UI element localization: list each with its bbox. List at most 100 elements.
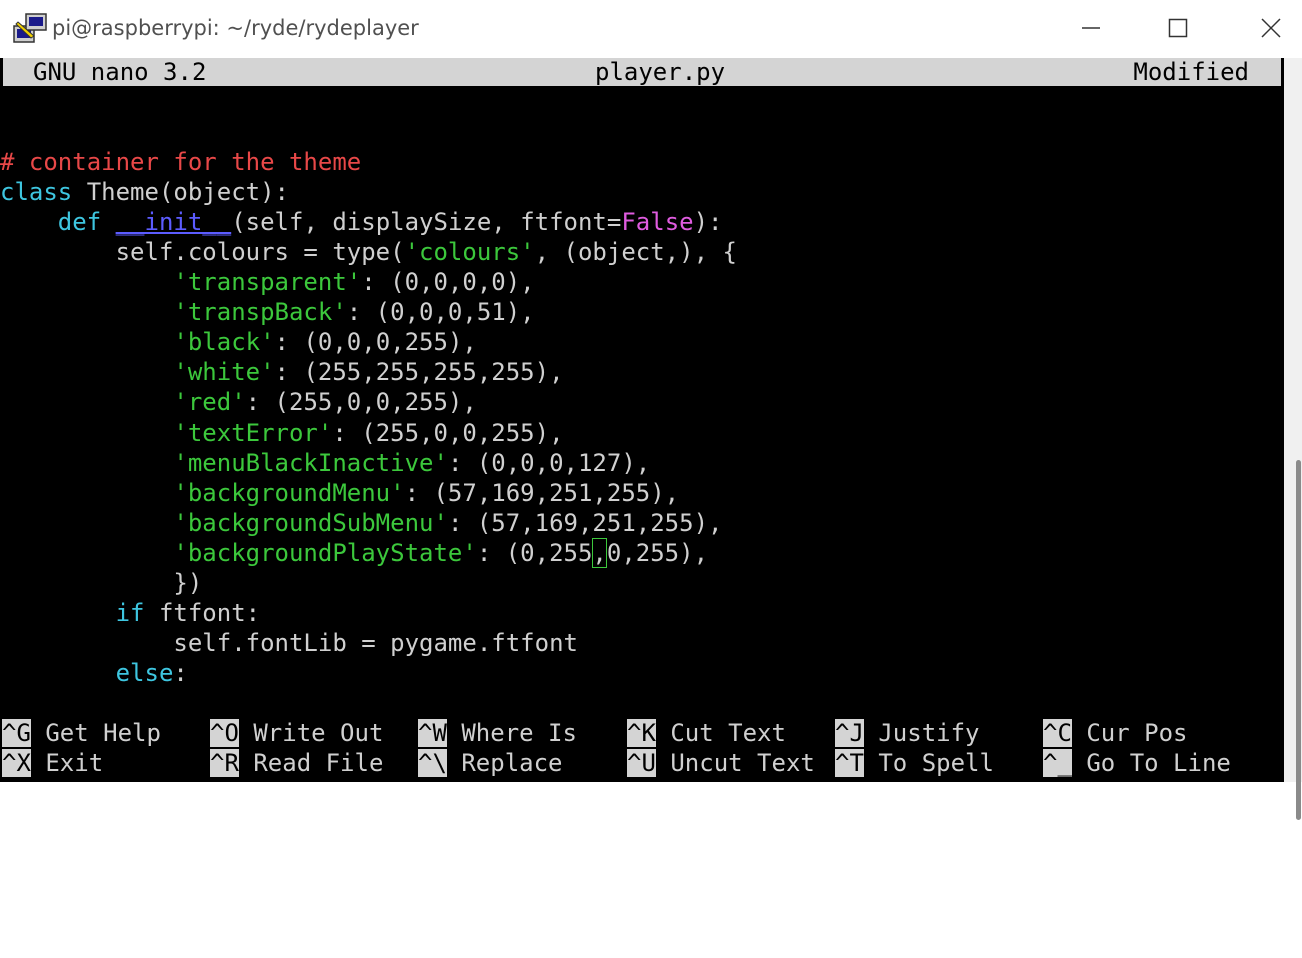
nano-shortcuts-row-1: ^G Get Help ^O Write Out ^W Where Is ^K … <box>0 718 1284 748</box>
code-line[interactable]: 'backgroundMenu': (57,169,251,255), <box>0 478 1284 508</box>
code-text: (self, displaySize, ftfont= <box>231 208 622 236</box>
shortcut-replace[interactable]: ^\ Replace <box>418 748 563 778</box>
scrollbar-thumb[interactable] <box>1296 460 1301 820</box>
code-line[interactable]: }) <box>0 568 1284 598</box>
shortcut-justify[interactable]: ^J Justify <box>835 718 980 748</box>
shortcut-key: ^W <box>418 719 447 747</box>
window-titlebar[interactable]: pi@raspberrypi: ~/ryde/rydeplayer <box>0 0 1302 58</box>
nano-version: GNU nano 3.2 <box>33 58 207 86</box>
shortcut-label: Get Help <box>45 719 161 747</box>
dict-key: 'red' <box>173 388 246 416</box>
shortcut-key: ^U <box>627 749 656 777</box>
dict-key: 'backgroundSubMenu' <box>173 509 448 537</box>
code-line[interactable]: 'transparent': (0,0,0,0), <box>0 267 1284 297</box>
code-keyword: def <box>57 208 102 236</box>
code-line[interactable]: 'backgroundPlayState': (0,255,0,255), <box>0 538 1284 568</box>
shortcut-key: ^T <box>835 749 864 777</box>
code-line[interactable]: self.fontLib = pygame.ftfont <box>0 628 1284 658</box>
vertical-scrollbar[interactable] <box>1284 58 1302 820</box>
code-line[interactable]: 'black': (0,0,0,255), <box>0 327 1284 357</box>
shortcut-go-to-line[interactable]: ^_ Go To Line <box>1043 748 1231 778</box>
shortcut-label: Cur Pos <box>1086 719 1188 747</box>
shortcut-key: ^_ <box>1043 749 1072 777</box>
code-text: ): <box>693 208 723 236</box>
window-title: pi@raspberrypi: ~/ryde/rydeplayer <box>52 16 419 40</box>
shortcut-to-spell[interactable]: ^T To Spell <box>835 748 994 778</box>
code-line[interactable]: 'transpBack': (0,0,0,51), <box>0 297 1284 327</box>
minimize-button[interactable] <box>1068 0 1114 56</box>
dict-value: : (0,0,0,51), <box>346 298 535 326</box>
shortcut-label: Exit <box>45 749 104 777</box>
code-keyword: class <box>0 178 73 206</box>
code-text: }) <box>173 569 203 597</box>
shortcut-label: Write Out <box>253 719 384 747</box>
code-line[interactable]: 'menuBlackInactive': (0,0,0,127), <box>0 448 1284 478</box>
code-text: , (object,), { <box>534 238 737 266</box>
shortcut-key: ^R <box>210 749 239 777</box>
dict-key: 'menuBlackInactive' <box>173 449 448 477</box>
code-line[interactable]: 'red': (255,0,0,255), <box>0 387 1284 417</box>
shortcut-read-file[interactable]: ^R Read File <box>210 748 383 778</box>
dict-value: : (57,169,251,255), <box>404 479 680 507</box>
shortcut-label: Justify <box>878 719 980 747</box>
code-line[interactable]: 'textError': (255,0,0,255), <box>0 418 1284 448</box>
minimize-icon <box>1082 27 1100 29</box>
code-text: : <box>173 659 188 687</box>
dict-value: : (0,0,0,0), <box>361 268 535 296</box>
close-icon <box>1261 18 1281 38</box>
maximize-button[interactable] <box>1155 0 1201 56</box>
shortcut-uncut-text[interactable]: ^U Uncut Text <box>627 748 815 778</box>
code-function-name: __init__ <box>115 208 232 236</box>
shortcut-write-out[interactable]: ^O Write Out <box>210 718 383 748</box>
shortcut-get-help[interactable]: ^G Get Help <box>2 718 161 748</box>
shortcut-label: To Spell <box>878 749 994 777</box>
dict-key: 'transpBack' <box>173 298 347 326</box>
dict-value: : (255,0,0,255), <box>245 388 477 416</box>
nano-modified-status: Modified <box>1133 58 1249 86</box>
text-cursor: , <box>592 538 607 568</box>
putty-icon <box>13 13 47 43</box>
code-line[interactable]: def __init__(self, displaySize, ftfont=F… <box>0 207 1284 237</box>
code-comment: # container for the theme <box>0 148 362 176</box>
dict-value: : (255,0,0,255), <box>332 419 564 447</box>
close-button[interactable] <box>1248 0 1294 56</box>
code-line[interactable]: else: <box>0 658 1284 688</box>
dict-key: 'textError' <box>173 419 333 447</box>
code-line[interactable]: self.colours = type('colours', (object,)… <box>0 237 1284 267</box>
dict-key: 'transparent' <box>173 268 362 296</box>
code-constant: False <box>621 208 694 236</box>
code-line[interactable]: # container for the theme <box>0 147 1284 177</box>
code-keyword: else <box>115 659 174 687</box>
nano-header-bar: GNU nano 3.2 player.py Modified <box>3 58 1281 86</box>
shortcut-key: ^K <box>627 719 656 747</box>
shortcut-key: ^C <box>1043 719 1072 747</box>
dict-key: 'backgroundPlayState' <box>173 539 477 567</box>
dict-value: : (0,0,0,255), <box>274 328 477 356</box>
shortcut-label: Uncut Text <box>670 749 815 777</box>
shortcut-exit[interactable]: ^X Exit <box>2 748 103 778</box>
shortcut-label: Cut Text <box>670 719 786 747</box>
shortcut-key: ^J <box>835 719 864 747</box>
code-line[interactable]: if ftfont: <box>0 598 1284 628</box>
nano-shortcuts-row-2: ^X Exit ^R Read File ^\ Replace ^U Uncut… <box>0 748 1284 778</box>
code-string: 'colours' <box>404 238 535 266</box>
shortcut-where-is[interactable]: ^W Where Is <box>418 718 577 748</box>
shortcut-label: Read File <box>253 749 384 777</box>
dict-value: : (255,255,255,255), <box>274 358 564 386</box>
dict-value: : (57,169,251,255), <box>447 509 723 537</box>
code-text: self.fontLib = pygame.ftfont <box>173 629 578 657</box>
dict-value: : (0,0,0,127), <box>447 449 651 477</box>
code-line[interactable]: 'backgroundSubMenu': (57,169,251,255), <box>0 508 1284 538</box>
shortcut-cut-text[interactable]: ^K Cut Text <box>627 718 786 748</box>
shortcut-cur-pos[interactable]: ^C Cur Pos <box>1043 718 1188 748</box>
code-keyword: if <box>115 599 145 627</box>
code-line[interactable]: class Theme(object): <box>0 177 1284 207</box>
dict-value: : (0,255 <box>476 539 593 567</box>
shortcut-key: ^G <box>2 719 31 747</box>
maximize-icon <box>1168 18 1188 38</box>
nano-filename: player.py <box>595 58 726 86</box>
code-line[interactable]: 'white': (255,255,255,255), <box>0 357 1284 387</box>
